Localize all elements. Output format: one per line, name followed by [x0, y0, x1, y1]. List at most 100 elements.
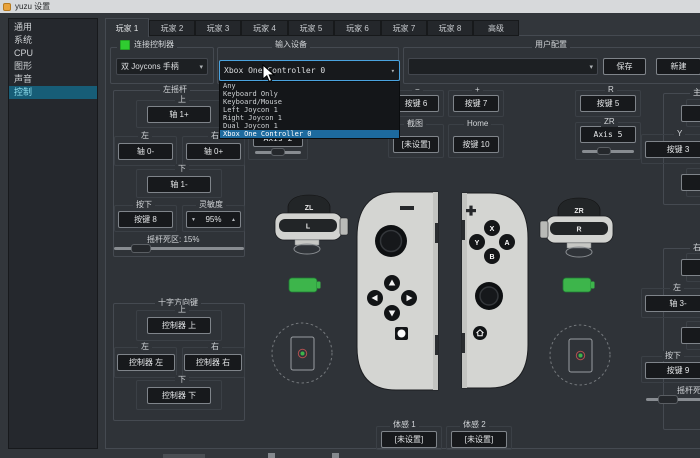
tab-player-4[interactable]: 玩家 4	[241, 20, 288, 36]
battery-right-icon	[563, 278, 595, 292]
dpad-up-button[interactable]: 控制器 上	[147, 317, 211, 334]
zr-label: ZR	[601, 117, 618, 127]
r-art-label: R	[576, 227, 581, 234]
dropdown-option-left-joycon[interactable]: Left Joycon 1	[220, 106, 399, 114]
r-label: R	[605, 85, 617, 95]
right-stick-legend: 右摇杆	[690, 243, 700, 253]
ls-down-label: 下	[175, 164, 189, 174]
minus-art	[400, 206, 414, 210]
screenshot-label: 截图	[404, 119, 426, 129]
right-joycon-front: X Y A B	[462, 193, 528, 388]
plus-button[interactable]: 按键 7	[453, 95, 499, 112]
motion-preview-right	[550, 325, 610, 385]
cropped-row-hint	[163, 454, 205, 458]
input-device-select[interactable]: Xbox One Controller 0 ▾	[219, 60, 400, 81]
sidebar: 通用 系统 CPU 图形 声音 控制	[8, 18, 98, 449]
controller-type-select[interactable]: 双 Joycons 手柄 ▾	[116, 58, 208, 75]
chevron-down-icon: ▾	[199, 63, 203, 71]
deadzone-label: 摇杆死区: 15%	[147, 234, 199, 245]
zl-slider-handle[interactable]	[271, 148, 285, 156]
chevron-down-icon: ▾	[391, 67, 395, 75]
motion-preview-left	[272, 323, 332, 383]
profile-select[interactable]: ▾	[408, 58, 598, 75]
dpad-right-button[interactable]: 控制器 右	[184, 354, 242, 371]
right-stick-press-button[interactable]: 按键 9	[645, 362, 700, 379]
left-shoulder-top-view: ZL L	[275, 195, 348, 254]
yuzu-icon	[3, 3, 11, 11]
dropdown-option-keyboard-mouse[interactable]: Keyboard/Mouse	[220, 98, 399, 106]
tab-player-2[interactable]: 玩家 2	[149, 20, 195, 36]
joycon-illustration: ZL L ZR R	[250, 165, 640, 415]
dpad-left-label: 左	[138, 342, 152, 352]
connect-controller-label: 连接控制器	[134, 40, 174, 50]
right-stick-up-button[interactable]: 轴	[681, 259, 700, 276]
left-stick-press-button[interactable]: 按键 8	[118, 211, 173, 228]
dpad-left-button[interactable]: 控制器 左	[117, 354, 175, 371]
home-button[interactable]: 按键 10	[453, 136, 499, 153]
sidebar-item-audio[interactable]: 声音	[9, 73, 97, 86]
profile-legend: 用户配置	[532, 40, 570, 50]
left-stick-down-button[interactable]: 轴 1-	[147, 176, 211, 193]
zr-button[interactable]: Axis 5	[580, 126, 636, 143]
tab-player-3[interactable]: 玩家 3	[195, 20, 241, 36]
new-profile-button[interactable]: 新建	[656, 58, 700, 75]
svg-text:B: B	[489, 254, 494, 261]
cropped-checkbox-1	[268, 453, 275, 458]
plus-label: +	[472, 85, 483, 95]
tab-player-6[interactable]: 玩家 6	[334, 20, 381, 36]
tab-advanced[interactable]: 高级	[473, 20, 519, 36]
left-stick-up-button[interactable]: 轴 1+	[147, 106, 211, 123]
cropped-checkbox-2	[332, 453, 339, 458]
sidebar-item-controls[interactable]: 控制	[9, 86, 97, 99]
ls-sensitivity-label: 灵敏度	[196, 200, 226, 210]
motion2-button[interactable]: [未设置]	[451, 431, 507, 448]
connected-checkbox[interactable]	[120, 40, 130, 50]
face-b-button[interactable]: 按键	[681, 174, 700, 191]
ls-left-label: 左	[138, 131, 152, 141]
rs-left-label: 左	[670, 283, 684, 293]
increase-icon[interactable]: ▲	[231, 217, 236, 223]
window-title: yuzu 设置	[15, 1, 50, 12]
tab-player-5[interactable]: 玩家 5	[288, 20, 334, 36]
right-stick-left-button[interactable]: 轴 3-	[645, 295, 700, 312]
sidebar-item-system[interactable]: 系统	[9, 34, 97, 47]
face-y-button[interactable]: 按键 3	[645, 141, 700, 158]
face-x-button[interactable]: 按键	[681, 105, 700, 122]
mouse-cursor	[262, 64, 276, 84]
dpad-right-label: 右	[208, 342, 222, 352]
motion2-label: 体感 2	[460, 420, 489, 430]
dropdown-option-any[interactable]: Any	[220, 82, 399, 90]
sidebar-item-graphics[interactable]: 图形	[9, 60, 97, 73]
left-stick-left-button[interactable]: 轴 0-	[118, 143, 173, 160]
motion1-button[interactable]: [未设置]	[381, 431, 437, 448]
home-button-art	[473, 326, 487, 340]
tab-player-8[interactable]: 玩家 8	[427, 20, 473, 36]
svg-text:A: A	[504, 240, 509, 247]
svg-text:X: X	[490, 226, 495, 233]
zr-slider-handle[interactable]	[597, 147, 611, 155]
dropdown-option-right-joycon[interactable]: Right Joycon 1	[220, 114, 399, 122]
dropdown-option-dual-joycon[interactable]: Dual Joycon 1	[220, 122, 399, 130]
sidebar-item-cpu[interactable]: CPU	[9, 47, 97, 60]
svg-text:Y: Y	[475, 240, 480, 247]
dpad-up-label: 上	[175, 305, 189, 315]
deadzone-slider-handle[interactable]	[131, 244, 151, 253]
dropdown-option-xbox-controller[interactable]: Xbox One Controller 0	[220, 130, 399, 138]
minus-label: −	[412, 85, 423, 95]
ls-up-label: 上	[175, 95, 189, 105]
sidebar-item-general[interactable]: 通用	[9, 21, 97, 34]
save-profile-button[interactable]: 保存	[603, 58, 646, 75]
zr-art-label: ZR	[574, 208, 583, 215]
sensitivity-stepper[interactable]: ▼ 95% ▲	[186, 211, 241, 228]
right-stick-down-button[interactable]: 轴	[681, 327, 700, 344]
left-stick-right-button[interactable]: 轴 0+	[186, 143, 241, 160]
tab-player-1[interactable]: 玩家 1	[105, 18, 149, 37]
zl-art-label: ZL	[305, 205, 314, 212]
r-button[interactable]: 按键 5	[580, 95, 636, 112]
dropdown-option-keyboard-only[interactable]: Keyboard Only	[220, 90, 399, 98]
l-art-label: L	[306, 224, 311, 231]
rs-deadzone-slider-handle[interactable]	[658, 395, 678, 404]
dpad-down-button[interactable]: 控制器 下	[147, 387, 211, 404]
tab-player-7[interactable]: 玩家 7	[381, 20, 427, 36]
decrease-icon[interactable]: ▼	[191, 217, 196, 223]
